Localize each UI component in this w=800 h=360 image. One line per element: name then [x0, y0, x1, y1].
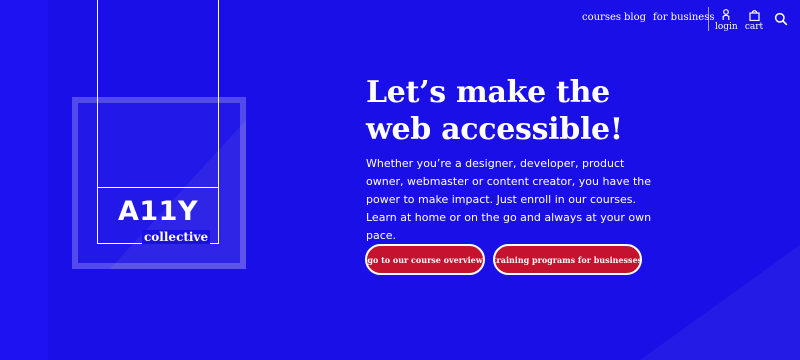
search-button[interactable] [774, 11, 788, 26]
login-button[interactable]: login [715, 9, 738, 32]
hero-title-line-1: Let’s make the [366, 75, 610, 110]
logo-wordmark: A11Y [117, 196, 199, 227]
course-overview-button[interactable]: go to our course overview [365, 244, 485, 275]
hero-title-line-2: web accessible! [366, 112, 623, 147]
logo-subtitle: collective [142, 230, 211, 244]
nav-link-blog[interactable]: blog [624, 12, 646, 23]
login-label: login [715, 22, 738, 32]
cart-label: cart [744, 22, 764, 32]
nav-divider [708, 7, 709, 31]
hero-title: Let’s make the web accessible! [366, 74, 666, 148]
search-icon [774, 12, 788, 26]
nav-link-courses[interactable]: courses [582, 12, 621, 23]
logo-divider [97, 187, 219, 188]
nav-link-for-business[interactable]: for business [653, 12, 714, 23]
cart-button[interactable]: cart [743, 9, 765, 32]
hero-description: Whether you’re a designer, developer, pr… [366, 157, 652, 242]
user-icon [715, 9, 737, 21]
business-training-button[interactable]: training programs for businesses [493, 244, 642, 275]
shopping-bag-icon [743, 9, 765, 22]
